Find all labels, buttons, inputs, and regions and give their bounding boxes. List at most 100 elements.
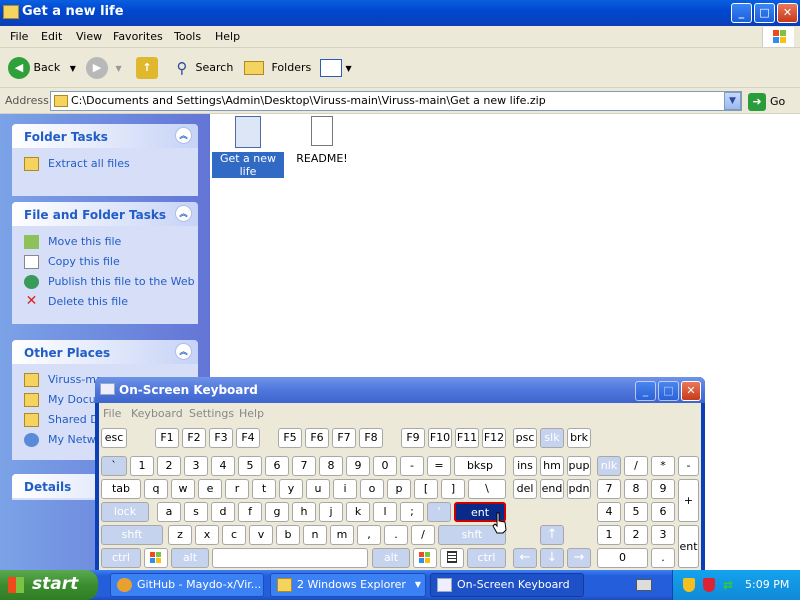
key-p[interactable]: p [387,479,411,499]
key-kp-divide[interactable]: / [624,456,648,476]
key-comma[interactable]: , [357,525,381,545]
key-ins[interactable]: ins [513,456,537,476]
key-quote[interactable]: ' [427,502,451,522]
key-backslash[interactable]: \ [468,479,506,499]
chevron-down-icon[interactable]: ▼ [346,64,352,73]
key-kp-1[interactable]: 1 [597,525,621,545]
key-psc[interactable]: psc [513,428,537,448]
publish-to-web-link[interactable]: Publish this file to the Web [24,272,198,292]
key-right-arrow[interactable]: → [567,548,591,568]
osk-close-button[interactable]: ✕ [681,381,701,401]
key-9[interactable]: 9 [346,456,370,476]
osk-minimize-button[interactable]: _ [635,381,656,401]
key-5[interactable]: 5 [238,456,262,476]
up-folder-button[interactable]: ↑ [136,56,160,80]
key-f9[interactable]: F9 [401,428,425,448]
key-pgup[interactable]: pup [567,456,591,476]
clock[interactable]: 5:09 PM [745,578,789,591]
key-kp-8[interactable]: 8 [624,479,648,499]
menu-tools[interactable]: Tools [174,30,201,43]
chevron-down-icon[interactable]: ▼ [70,64,76,73]
address-input[interactable]: C:\Documents and Settings\Admin\Desktop\… [50,91,742,111]
osk-title-bar[interactable]: On-Screen Keyboard _ □ ✕ [95,377,705,403]
key-backspace[interactable]: bksp [454,456,506,476]
key-f7[interactable]: F7 [332,428,356,448]
key-k[interactable]: k [346,502,370,522]
key-slk[interactable]: slk [540,428,564,448]
forward-button[interactable]: ▶ ▼ [86,56,122,80]
key-minus[interactable]: - [400,456,424,476]
title-bar[interactable]: Get a new life _ □ ✕ [0,0,800,26]
address-dropdown-button[interactable]: ▼ [724,92,741,110]
key-kp-multiply[interactable]: * [651,456,675,476]
folder-tasks-header[interactable]: Folder Tasks ︽ [12,124,198,148]
key-kp-0[interactable]: 0 [597,548,648,568]
key-f5[interactable]: F5 [278,428,302,448]
key-d[interactable]: d [211,502,235,522]
key-n[interactable]: n [303,525,327,545]
key-kp-dot[interactable]: . [651,548,675,568]
search-button[interactable]: ⚲ Search [172,56,234,80]
extract-all-files-link[interactable]: Extract all files [24,154,198,174]
key-left-shift[interactable]: shft [101,525,163,545]
security-shield-icon[interactable] [683,578,695,592]
key-kp-2[interactable]: 2 [624,525,648,545]
key-y[interactable]: y [279,479,303,499]
task-on-screen-keyboard[interactable]: On-Screen Keyboard [430,573,584,597]
osk-menu-keyboard[interactable]: Keyboard [131,407,183,420]
network-tray-icon[interactable]: ⇄ [723,578,737,592]
key-kp-minus[interactable]: - [678,456,699,476]
key-left-arrow[interactable]: ← [513,548,537,568]
key-0[interactable]: 0 [373,456,397,476]
key-f8[interactable]: F8 [359,428,383,448]
key-del[interactable]: del [513,479,537,499]
keyboard-tray-icon[interactable] [636,579,652,591]
key-1[interactable]: 1 [130,456,154,476]
key-z[interactable]: z [168,525,192,545]
key-kp-4[interactable]: 4 [597,502,621,522]
file-readme[interactable]: README! [292,116,352,165]
file-folder-tasks-header[interactable]: File and Folder Tasks ︽ [12,202,198,226]
key-f3[interactable]: F3 [209,428,233,448]
key-6[interactable]: 6 [265,456,289,476]
key-3[interactable]: 3 [184,456,208,476]
maximize-button[interactable]: □ [754,3,775,23]
copy-this-file-link[interactable]: Copy this file [24,252,198,272]
key-backtick[interactable]: ` [101,456,127,476]
file-get-a-new-life[interactable]: Get a new life [212,116,284,178]
key-caps-lock[interactable]: lock [101,502,149,522]
key-right-ctrl[interactable]: ctrl [467,548,506,568]
key-tab[interactable]: tab [101,479,141,499]
menu-edit[interactable]: Edit [41,30,62,43]
task-windows-explorer[interactable]: 2 Windows Explorer ▼ [270,573,426,597]
key-i[interactable]: i [333,479,357,499]
key-4[interactable]: 4 [211,456,235,476]
key-left-ctrl[interactable]: ctrl [101,548,141,568]
chevron-down-icon[interactable]: ▼ [116,64,122,73]
key-left-alt[interactable]: alt [171,548,209,568]
key-f6[interactable]: F6 [305,428,329,448]
collapse-icon[interactable]: ︽ [175,127,192,144]
folders-button[interactable]: Folders [244,56,311,80]
collapse-icon[interactable]: ︽ [175,205,192,222]
minimize-button[interactable]: _ [731,3,752,23]
key-a[interactable]: a [157,502,181,522]
key-numlock[interactable]: nlk [597,456,621,476]
move-this-file-link[interactable]: Move this file [24,232,198,252]
key-kp-9[interactable]: 9 [651,479,675,499]
key-u[interactable]: u [306,479,330,499]
key-right-alt[interactable]: alt [372,548,410,568]
collapse-icon[interactable]: ︽ [175,343,192,360]
key-v[interactable]: v [249,525,273,545]
key-7[interactable]: 7 [292,456,316,476]
key-f12[interactable]: F12 [482,428,506,448]
key-8[interactable]: 8 [319,456,343,476]
key-l[interactable]: l [373,502,397,522]
key-c[interactable]: c [222,525,246,545]
key-home[interactable]: hm [540,456,564,476]
key-end[interactable]: end [540,479,564,499]
key-x[interactable]: x [195,525,219,545]
key-esc[interactable]: esc [101,428,127,448]
back-button[interactable]: ◀ Back ▼ [8,56,76,80]
key-f1[interactable]: F1 [155,428,179,448]
